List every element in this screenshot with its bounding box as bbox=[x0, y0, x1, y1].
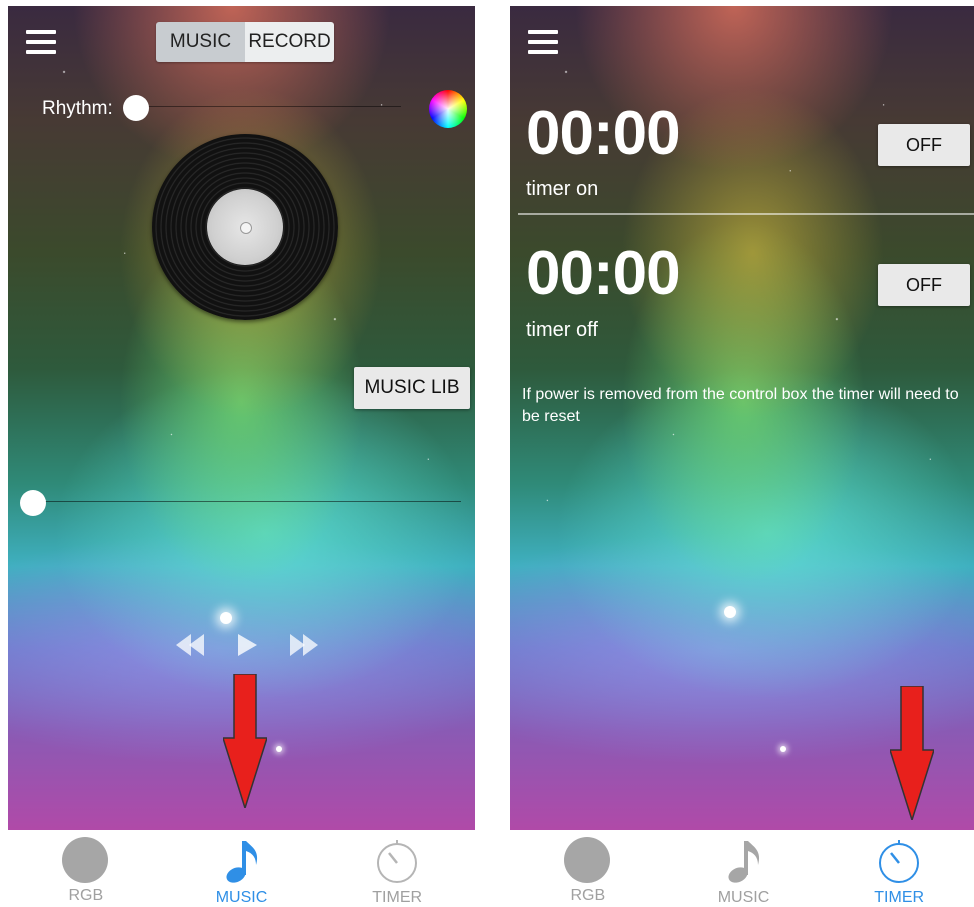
music-lib-button[interactable]: MUSIC LIB bbox=[354, 367, 470, 409]
timer-off-off-button[interactable]: OFF bbox=[878, 264, 970, 306]
vinyl-record-icon bbox=[152, 134, 338, 320]
hamburger-menu-icon[interactable] bbox=[26, 30, 56, 54]
nav-item-music[interactable]: MUSIC bbox=[666, 830, 822, 904]
bottom-nav: RGB MUSIC TIMER bbox=[8, 830, 475, 904]
play-icon[interactable] bbox=[238, 634, 257, 656]
nav-label-timer: TIMER bbox=[874, 889, 925, 904]
hamburger-menu-icon[interactable] bbox=[528, 30, 558, 54]
divider bbox=[518, 213, 974, 215]
nav-label-music: MUSIC bbox=[215, 889, 268, 904]
timer-off-caption: timer off bbox=[526, 319, 598, 341]
music-note-icon bbox=[720, 837, 768, 885]
nav-label-rgb: RGB bbox=[68, 887, 104, 904]
star-glow bbox=[220, 612, 232, 624]
timer-off-value[interactable]: 00:00 bbox=[526, 238, 681, 309]
vinyl-hole bbox=[240, 222, 252, 234]
bottom-nav: RGB MUSIC TIMER bbox=[510, 830, 974, 904]
rhythm-slider-thumb[interactable] bbox=[123, 95, 149, 121]
music-note-icon bbox=[218, 837, 266, 885]
rhythm-label: Rhythm: bbox=[42, 98, 113, 119]
music-screen: MUSIC RECORD Rhythm: MUSIC LIB RGB MUSIC… bbox=[8, 6, 475, 904]
nav-label-timer: TIMER bbox=[372, 889, 423, 904]
vinyl-label bbox=[207, 189, 283, 265]
red-down-arrow-annotation bbox=[890, 686, 934, 820]
nav-label-music: MUSIC bbox=[717, 889, 770, 904]
nav-item-rgb[interactable]: RGB bbox=[8, 830, 164, 904]
segment-record[interactable]: RECORD bbox=[245, 22, 334, 62]
nav-item-timer[interactable]: TIMER bbox=[319, 830, 475, 904]
rhythm-slider-track[interactable] bbox=[136, 106, 401, 107]
nav-item-timer[interactable]: TIMER bbox=[821, 830, 974, 904]
timer-reset-note: If power is removed from the control box… bbox=[522, 386, 959, 425]
star-small bbox=[276, 746, 282, 752]
nav-item-music[interactable]: MUSIC bbox=[164, 830, 320, 904]
fast-forward-icon[interactable] bbox=[290, 634, 318, 656]
nav-item-rgb[interactable]: RGB bbox=[510, 830, 666, 904]
star-small bbox=[780, 746, 786, 752]
star-glow bbox=[724, 606, 736, 618]
color-wheel-icon[interactable] bbox=[429, 90, 467, 128]
timer-on-off-button[interactable]: OFF bbox=[878, 124, 970, 166]
red-down-arrow-annotation bbox=[223, 674, 267, 808]
playback-progress-track[interactable] bbox=[33, 501, 461, 502]
nav-label-rgb: RGB bbox=[570, 887, 606, 904]
timer-screen: 00:00 timer on OFF 00:00 timer off OFF I… bbox=[510, 6, 974, 904]
rgb-circle-icon bbox=[563, 837, 612, 883]
rewind-icon[interactable] bbox=[176, 634, 204, 656]
timer-icon bbox=[875, 837, 923, 885]
mode-segmented-control: MUSIC RECORD bbox=[156, 22, 334, 62]
timer-on-caption: timer on bbox=[526, 178, 599, 200]
rgb-circle-icon bbox=[61, 837, 110, 883]
playback-progress-thumb[interactable] bbox=[20, 490, 46, 516]
timer-on-value[interactable]: 00:00 bbox=[526, 98, 681, 169]
timer-icon bbox=[373, 837, 421, 885]
segment-music[interactable]: MUSIC bbox=[156, 22, 245, 62]
